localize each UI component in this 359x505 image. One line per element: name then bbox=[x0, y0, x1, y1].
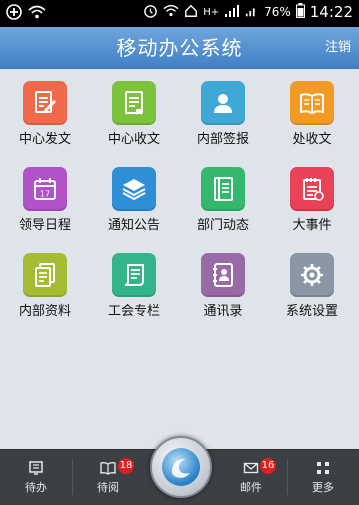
page-title: 移动办公系统 bbox=[116, 36, 243, 60]
center-home-button[interactable] bbox=[150, 436, 212, 498]
mail-icon bbox=[243, 460, 259, 476]
grid-item-label: 通知公告 bbox=[107, 218, 160, 233]
svg-text:17: 17 bbox=[40, 190, 50, 199]
grid-item-contacts[interactable]: 通讯录 bbox=[184, 244, 262, 324]
notepad-icon bbox=[290, 167, 334, 211]
mail-badge: 16 bbox=[260, 458, 276, 474]
grid-dots-icon bbox=[315, 460, 331, 476]
grid-item-leader-schedule[interactable]: 17 领导日程 bbox=[6, 158, 84, 238]
tab-todo[interactable]: 待办 bbox=[0, 450, 72, 505]
grid-item-dept-news[interactable]: 部门动态 bbox=[184, 158, 262, 238]
edit-document-icon bbox=[23, 81, 67, 125]
tab-label: 邮件 bbox=[240, 481, 262, 494]
tab-label: 待办 bbox=[25, 481, 47, 494]
logo-icon bbox=[162, 448, 200, 486]
grid-item-label: 系统设置 bbox=[285, 304, 338, 319]
battery-icon bbox=[295, 3, 305, 21]
logout-button[interactable]: 注销 bbox=[325, 27, 351, 69]
grid-item-major-events[interactable]: 大事件 bbox=[273, 158, 351, 238]
contacts-book-icon bbox=[201, 253, 245, 297]
tab-mail[interactable]: 16 邮件 bbox=[215, 450, 287, 505]
app-grid: 中心发文 中心收文 内部签报 处收文 17 领导日程 通知公告 部门动态 大事件… bbox=[0, 69, 359, 449]
battery-percent: 76% bbox=[264, 5, 291, 19]
grid-item-center-receive[interactable]: 中心收文 bbox=[95, 72, 173, 152]
grid-item-label: 内部资料 bbox=[18, 304, 71, 319]
tab-label: 待阅 bbox=[97, 481, 119, 494]
grid-item-center-dispatch[interactable]: 中心发文 bbox=[6, 72, 84, 152]
grid-item-system-settings[interactable]: 系统设置 bbox=[273, 244, 351, 324]
grid-item-label: 中心发文 bbox=[18, 132, 71, 147]
network-type: H+ bbox=[203, 6, 220, 18]
open-book-icon bbox=[290, 81, 334, 125]
signal-icon bbox=[245, 4, 259, 21]
grid-item-label: 处收文 bbox=[292, 132, 332, 147]
grid-item-label: 通讯录 bbox=[203, 304, 243, 319]
book-icon bbox=[100, 460, 116, 476]
wifi-icon bbox=[28, 4, 46, 24]
add-circle-icon bbox=[6, 4, 22, 24]
grid-item-label: 内部签报 bbox=[196, 132, 249, 147]
home-icon bbox=[184, 4, 198, 21]
grid-item-label: 工会专栏 bbox=[107, 304, 160, 319]
tab-more[interactable]: 更多 bbox=[287, 450, 359, 505]
grid-item-label: 中心收文 bbox=[107, 132, 160, 147]
grid-item-internal-report[interactable]: 内部签报 bbox=[184, 72, 262, 152]
unread-badge: 18 bbox=[118, 458, 134, 474]
gear-icon bbox=[290, 253, 334, 297]
alarm-icon bbox=[143, 3, 158, 21]
layers-icon bbox=[112, 167, 156, 211]
tab-to-read[interactable]: 18 待阅 bbox=[72, 450, 144, 505]
person-card-icon bbox=[201, 81, 245, 125]
inbox-icon bbox=[28, 460, 44, 476]
grid-item-union-column[interactable]: 工会专栏 bbox=[95, 244, 173, 324]
status-bar: H+ 76% 14:22 bbox=[0, 0, 359, 27]
app-header: 移动办公系统 注销 bbox=[0, 27, 359, 69]
clock: 14:22 bbox=[309, 3, 353, 21]
grid-item-label: 部门动态 bbox=[196, 218, 249, 233]
calendar-icon: 17 bbox=[23, 167, 67, 211]
grid-item-office-receive[interactable]: 处收文 bbox=[273, 72, 351, 152]
grid-item-notices[interactable]: 通知公告 bbox=[95, 158, 173, 238]
grid-item-label: 领导日程 bbox=[18, 218, 71, 233]
wifi-icon bbox=[163, 3, 179, 21]
grid-item-internal-docs[interactable]: 内部资料 bbox=[6, 244, 84, 324]
scroll-icon bbox=[112, 253, 156, 297]
grid-item-label: 大事件 bbox=[292, 218, 332, 233]
receive-document-icon bbox=[112, 81, 156, 125]
tab-label: 更多 bbox=[312, 481, 334, 494]
signal-icon bbox=[224, 4, 240, 21]
notebook-icon bbox=[201, 167, 245, 211]
files-icon bbox=[23, 253, 67, 297]
